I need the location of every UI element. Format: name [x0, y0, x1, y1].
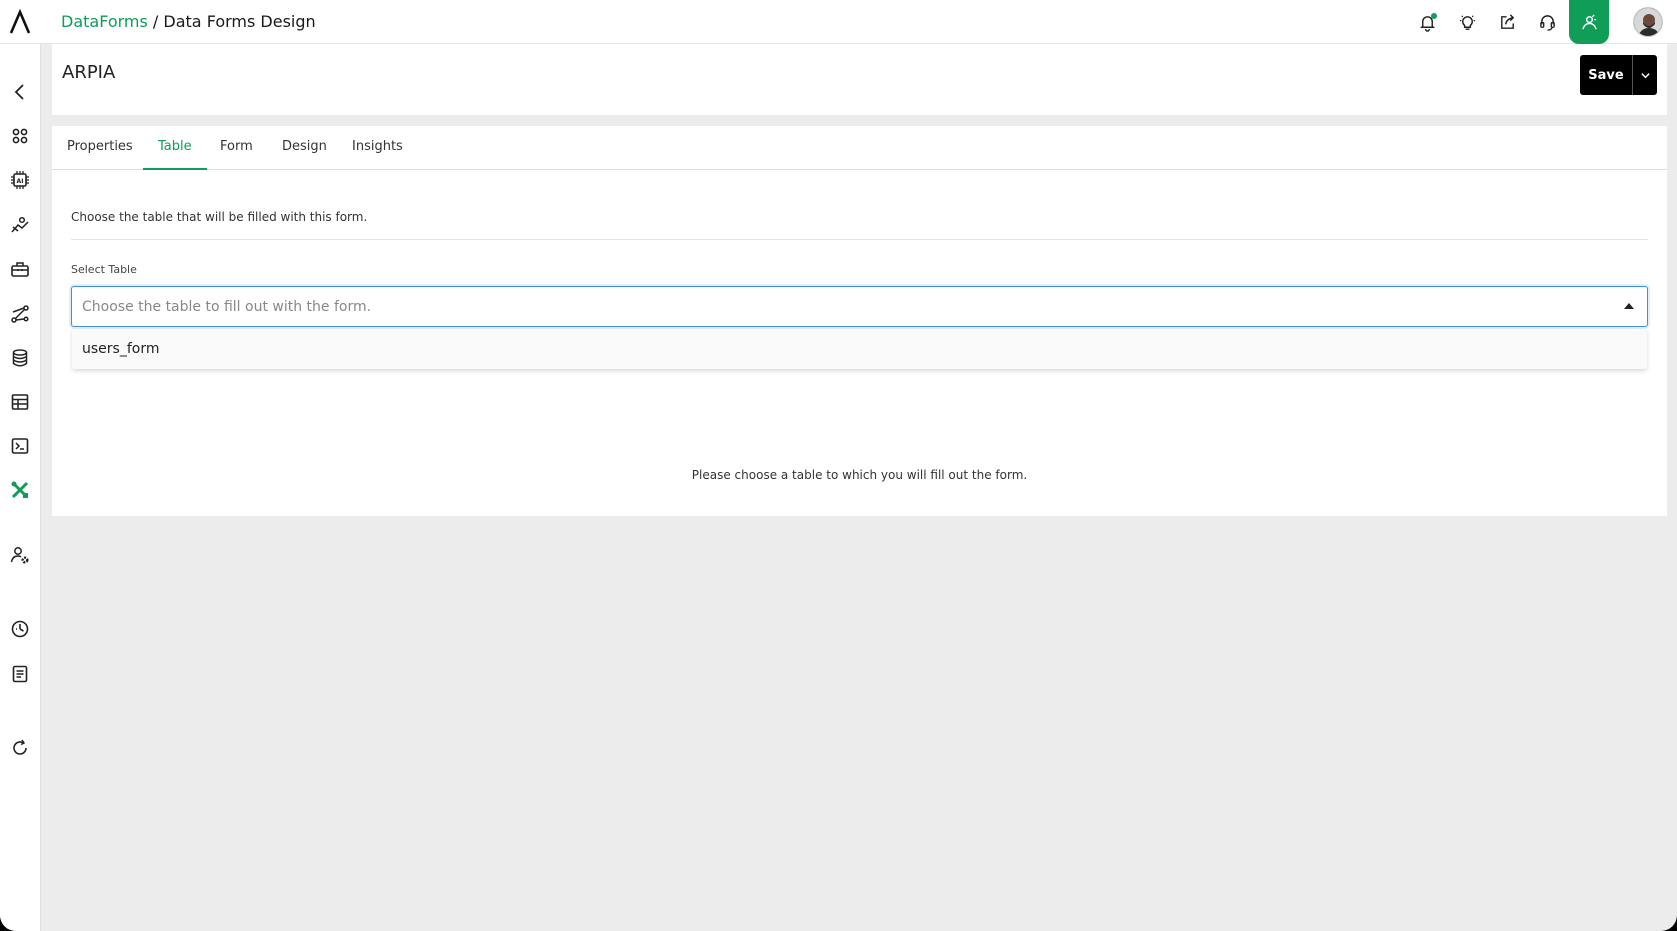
tools-icon — [11, 481, 29, 499]
notification-dot — [1431, 13, 1437, 19]
dashboard-gauge-icon — [11, 620, 29, 638]
select-table-options: users_form — [72, 329, 1647, 369]
section-divider — [71, 239, 1648, 240]
table-settings-panel: Properties Table Form Design Insights Ch… — [52, 126, 1667, 516]
sidebar: AI — [0, 44, 41, 931]
sidebar-item-terminal[interactable] — [8, 434, 32, 458]
workflow-icon — [11, 216, 29, 233]
chevron-down-icon — [1640, 72, 1650, 78]
tab-table[interactable]: Table — [143, 126, 207, 170]
share-button[interactable] — [1487, 0, 1527, 44]
table-description: Choose the table that will be filled wit… — [71, 210, 368, 224]
select-table-dropdown[interactable] — [71, 286, 1648, 327]
tab-design[interactable]: Design — [267, 126, 342, 170]
save-options-button[interactable] — [1632, 55, 1657, 95]
top-icon-bar — [1407, 0, 1677, 44]
ideas-button[interactable] — [1447, 0, 1487, 44]
apps-grid-icon — [12, 128, 28, 144]
sidebar-item-workflow[interactable] — [8, 213, 32, 237]
tab-form[interactable]: Form — [205, 126, 268, 170]
breadcrumb-link-dataforms[interactable]: DataForms — [61, 12, 148, 31]
option-users-form[interactable]: users_form — [82, 329, 159, 369]
refresh-icon — [13, 739, 27, 755]
tab-insights[interactable]: Insights — [337, 126, 418, 170]
save-button-group: Save — [1580, 55, 1657, 95]
headset-icon — [1539, 14, 1555, 31]
caret-up-icon[interactable] — [1623, 302, 1635, 310]
user-settings-icon — [10, 547, 29, 564]
tab-bar: Properties Table Form Design Insights — [52, 126, 1667, 170]
select-table-label: Select Table — [71, 263, 137, 276]
sidebar-item-ai[interactable]: AI — [8, 168, 32, 192]
top-bar: DataForms / Data Forms Design — [0, 0, 1677, 44]
sidebar-item-database[interactable] — [8, 346, 32, 370]
toolbox-icon — [11, 262, 29, 277]
svg-text:AI: AI — [17, 178, 24, 185]
document-icon — [12, 665, 28, 683]
share-icon — [1500, 13, 1514, 29]
sidebar-item-graph[interactable] — [8, 302, 32, 326]
notifications-button[interactable] — [1407, 0, 1447, 44]
sidebar-item-toolbox[interactable] — [8, 257, 32, 281]
breadcrumb: DataForms / Data Forms Design — [61, 0, 316, 44]
sidebar-item-documents[interactable] — [8, 662, 32, 686]
sidebar-back-button[interactable] — [8, 80, 32, 104]
tab-properties[interactable]: Properties — [52, 126, 148, 170]
terminal-icon — [11, 438, 29, 454]
breadcrumb-separator: / — [147, 12, 164, 31]
lightbulb-icon — [1459, 14, 1475, 30]
arpia-logo-icon[interactable] — [8, 9, 32, 35]
graph-icon — [11, 305, 29, 323]
user-activity-button[interactable] — [1569, 0, 1609, 44]
user-avatar-icon — [1634, 8, 1662, 36]
breadcrumb-current: Data Forms Design — [163, 12, 316, 31]
support-button[interactable] — [1527, 0, 1567, 44]
database-icon — [12, 349, 28, 367]
empty-state-message: Please choose a table to which you will … — [691, 468, 1028, 482]
back-arrow-icon — [14, 84, 24, 100]
table-icon — [11, 394, 29, 410]
sidebar-item-apps[interactable] — [8, 124, 32, 148]
page-header: ARPIA Save — [52, 44, 1667, 115]
sidebar-refresh-button[interactable] — [8, 736, 32, 760]
app-window: DataForms / Data Forms Design AI ARPIA S… — [0, 0, 1677, 931]
sidebar-item-dataforms[interactable] — [8, 478, 32, 502]
page-title: ARPIA — [62, 62, 116, 83]
sidebar-item-tables[interactable] — [8, 390, 32, 414]
select-table-input[interactable] — [82, 287, 1582, 326]
sidebar-item-user-settings[interactable] — [8, 543, 32, 567]
avatar[interactable] — [1633, 7, 1663, 37]
user-active-icon — [1581, 13, 1597, 29]
save-button[interactable]: Save — [1580, 55, 1632, 95]
sidebar-item-dashboard[interactable] — [8, 617, 32, 641]
ai-chip-icon: AI — [11, 171, 29, 189]
